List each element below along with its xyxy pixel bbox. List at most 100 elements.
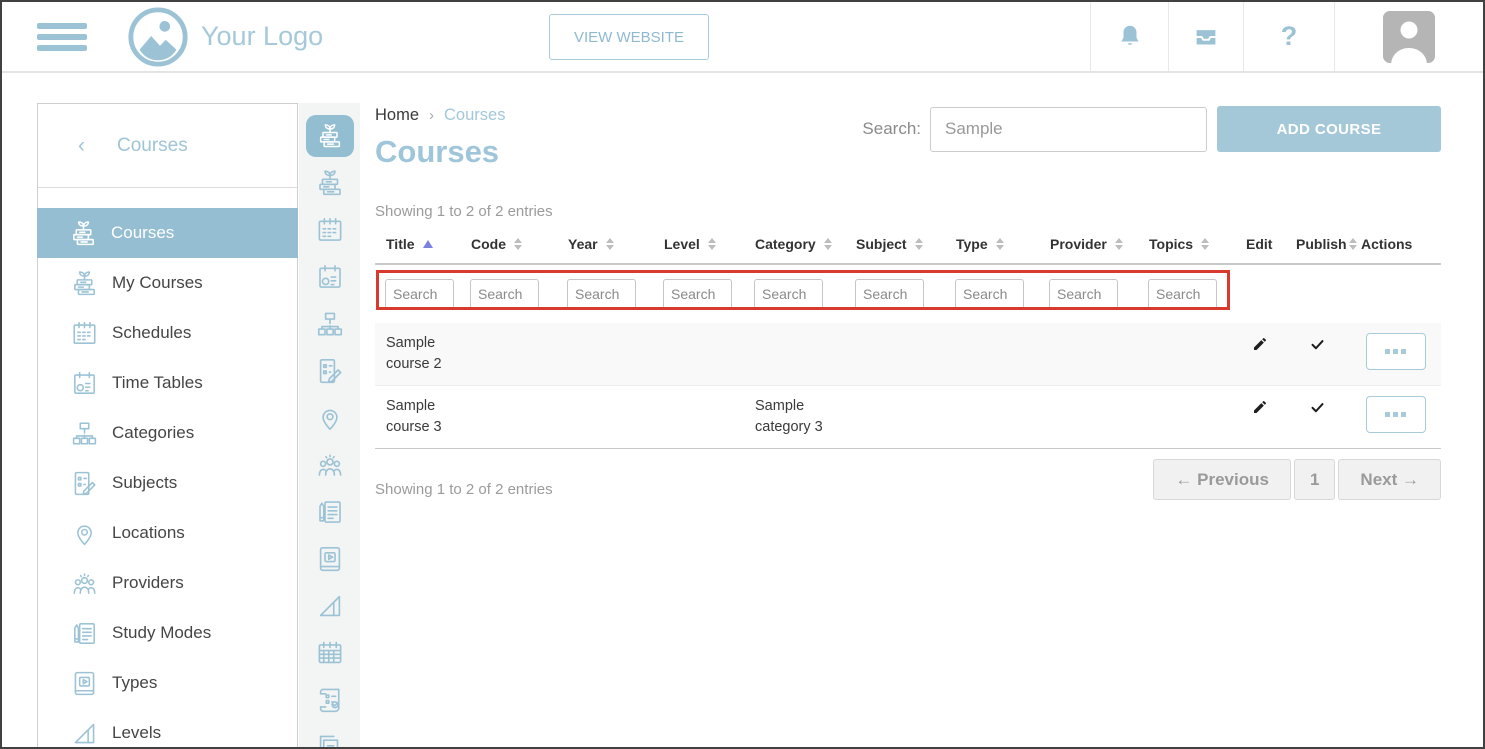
- edit-pencil-icon[interactable]: [1252, 333, 1268, 375]
- sidebar-item-subjects[interactable]: Subjects: [38, 458, 297, 508]
- pagination-previous-button[interactable]: ← Previous: [1153, 459, 1291, 500]
- table-filter-row: [375, 265, 1441, 323]
- breadcrumb-current[interactable]: Courses: [444, 106, 505, 125]
- filter-code-input[interactable]: [470, 279, 539, 309]
- main-content: Home › Courses Courses Search: ADD COURS…: [375, 106, 1441, 500]
- sidebar-item-schedules[interactable]: Schedules: [38, 308, 297, 358]
- column-header-year[interactable]: Year: [557, 236, 653, 252]
- column-header-code[interactable]: Code: [460, 236, 557, 252]
- cell-title: Sample course 2: [375, 333, 460, 375]
- column-header-subject[interactable]: Subject: [845, 236, 945, 252]
- filter-cell-subject: [845, 279, 945, 309]
- publish-check-icon[interactable]: [1310, 396, 1325, 438]
- rail-categories-icon[interactable]: [299, 300, 360, 347]
- sidebar-item-courses[interactable]: Courses: [37, 208, 298, 258]
- sidebar-item-label: Locations: [112, 523, 185, 543]
- sidebar-item-locations[interactable]: Locations: [38, 508, 297, 558]
- sort-icons: [606, 238, 614, 250]
- actions-cell: [1366, 396, 1426, 438]
- filter-title-input[interactable]: [385, 279, 454, 309]
- rail-subjects-icon[interactable]: [299, 347, 360, 394]
- column-header-edit: Edit: [1235, 236, 1285, 252]
- edit-pencil-icon[interactable]: [1252, 396, 1268, 438]
- column-header-publish[interactable]: Publish: [1285, 236, 1350, 252]
- pagination-page-1-button[interactable]: 1: [1294, 459, 1335, 500]
- rail-stacked-pages-icon[interactable]: [299, 723, 360, 749]
- pagination-next-button[interactable]: Next →: [1338, 459, 1441, 500]
- sort-icons: [1115, 238, 1123, 250]
- logo[interactable]: Your Logo: [127, 6, 323, 68]
- rail-calendar-grid-icon[interactable]: [299, 629, 360, 676]
- menu-toggle-icon[interactable]: [37, 18, 87, 56]
- inbox-tray-icon: [1191, 22, 1221, 52]
- column-header-level[interactable]: Level: [653, 236, 744, 252]
- filter-type-input[interactable]: [955, 279, 1024, 309]
- question-mark-icon: ?: [1281, 21, 1298, 52]
- column-header-title[interactable]: Title: [375, 236, 460, 252]
- sidebar-item-my-courses[interactable]: My Courses: [38, 258, 297, 308]
- filter-cell-type: [945, 279, 1039, 309]
- sidebar-item-study-modes[interactable]: Study Modes: [38, 608, 297, 658]
- avatar: [1383, 11, 1435, 63]
- filter-subject-input[interactable]: [855, 279, 924, 309]
- sort-icons: [996, 238, 1004, 250]
- filter-cell-category: [744, 279, 845, 309]
- rail-courses-icon[interactable]: [299, 112, 360, 159]
- header-actions: ?: [1090, 2, 1483, 71]
- filter-year-input[interactable]: [567, 279, 636, 309]
- sort-asc-active-icon: [423, 240, 433, 248]
- breadcrumb-home[interactable]: Home: [375, 106, 419, 125]
- row-actions-button[interactable]: [1366, 396, 1426, 433]
- sidebar-item-label: Courses: [111, 223, 174, 243]
- logo-text: Your Logo: [201, 21, 323, 52]
- rail-types-icon[interactable]: [299, 535, 360, 582]
- filter-cell-provider: [1039, 279, 1138, 309]
- global-search-input[interactable]: [930, 107, 1207, 152]
- column-header-provider[interactable]: Provider: [1039, 236, 1138, 252]
- sidebar-collapse-header[interactable]: ‹ Courses: [38, 104, 297, 188]
- rail-locations-icon[interactable]: [299, 394, 360, 441]
- sort-icons: [915, 238, 923, 250]
- rail-schedules-icon[interactable]: [299, 206, 360, 253]
- sidebar-item-label: Types: [112, 673, 157, 693]
- column-header-category[interactable]: Category: [744, 236, 845, 252]
- sidebar-item-categories[interactable]: Categories: [38, 408, 297, 458]
- sidebar-item-types[interactable]: Types: [38, 658, 297, 708]
- notifications-button[interactable]: [1090, 2, 1168, 71]
- help-button[interactable]: ?: [1243, 2, 1334, 71]
- categories-icon: [70, 419, 99, 448]
- publish-check-icon[interactable]: [1310, 333, 1325, 375]
- filter-provider-input[interactable]: [1049, 279, 1118, 309]
- sidebar-item-label: Providers: [112, 573, 184, 593]
- ellipsis-icon: [1385, 349, 1390, 354]
- sidebar-panel-title: Courses: [117, 135, 188, 157]
- row-actions-button[interactable]: [1366, 333, 1426, 370]
- filter-category-input[interactable]: [754, 279, 823, 309]
- sidebar-item-label: My Courses: [112, 273, 203, 293]
- sidebar-item-label: Subjects: [112, 473, 177, 493]
- my-courses-icon: [70, 269, 99, 298]
- filter-topics-input[interactable]: [1148, 279, 1217, 309]
- filter-cell-topics: [1138, 279, 1235, 309]
- filter-level-input[interactable]: [663, 279, 732, 309]
- sidebar-item-providers[interactable]: Providers: [38, 558, 297, 608]
- sidebar-item-time-tables[interactable]: Time Tables: [38, 358, 297, 408]
- rail-providers-icon[interactable]: [299, 441, 360, 488]
- rail-levels-icon[interactable]: [299, 582, 360, 629]
- app-window: Your Logo VIEW WEBSITE ? ‹ Courses: [0, 0, 1485, 749]
- rail-time-tables-icon[interactable]: [299, 253, 360, 300]
- inbox-button[interactable]: [1168, 2, 1243, 71]
- rail-my-courses-icon[interactable]: [299, 159, 360, 206]
- cell-category: Sample category 3: [744, 396, 845, 438]
- toolbar: Search: ADD COURSE: [862, 106, 1441, 152]
- add-course-button[interactable]: ADD COURSE: [1217, 106, 1441, 152]
- sidebar-item-levels[interactable]: Levels: [38, 708, 297, 749]
- body-area: ‹ Courses Courses My Courses Schedules: [2, 73, 1483, 747]
- column-header-type[interactable]: Type: [945, 236, 1039, 252]
- rail-study-modes-icon[interactable]: [299, 488, 360, 535]
- view-website-button[interactable]: VIEW WEBSITE: [549, 14, 709, 60]
- column-header-topics[interactable]: Topics: [1138, 236, 1235, 252]
- sidebar-panel: ‹ Courses Courses My Courses Schedules: [37, 103, 298, 748]
- rail-scroll-check-icon[interactable]: [299, 676, 360, 723]
- user-avatar-button[interactable]: [1334, 2, 1483, 71]
